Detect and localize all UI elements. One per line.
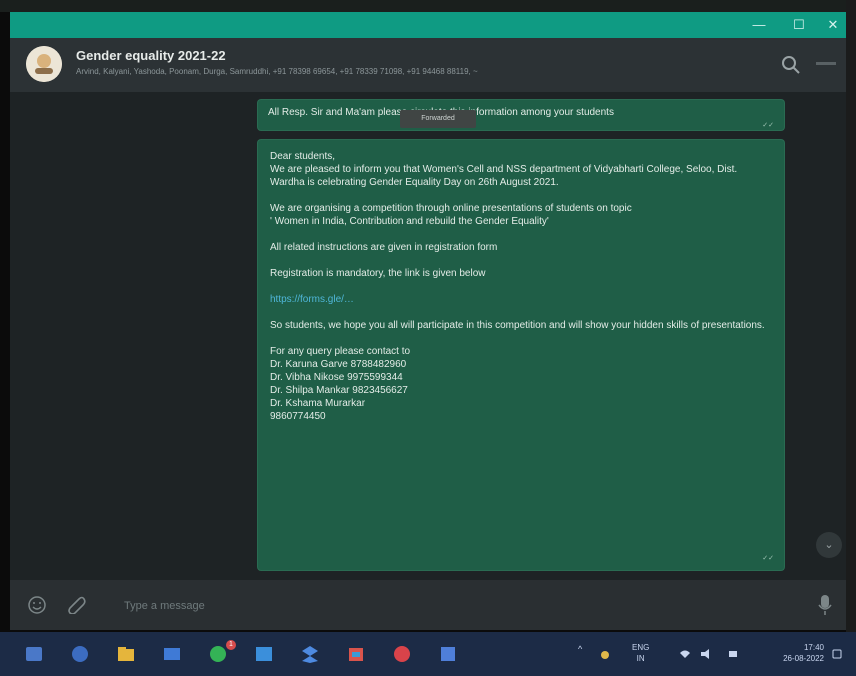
mic-icon[interactable] <box>818 594 832 616</box>
menu-icon[interactable] <box>816 62 836 66</box>
file-explorer-icon[interactable] <box>116 644 136 664</box>
cloud-icon[interactable] <box>600 649 610 659</box>
start-icon[interactable] <box>24 644 44 664</box>
message-bubble[interactable]: Dear students, We are pleased to inform … <box>258 140 784 570</box>
message-body: Dear students, We are pleased to inform … <box>270 150 774 423</box>
message-timestamp: ✓✓ <box>762 122 774 129</box>
message-timestamp: ✓✓ <box>762 555 774 562</box>
contact-line: Dr. Karuna Garve 8788482960 <box>270 359 407 370</box>
photos-icon[interactable] <box>254 644 274 664</box>
participants-list: Arvind, Kalyani, Yashoda, Poonam, Durga,… <box>76 67 478 76</box>
clock-date: 26-08-2022 <box>783 654 824 663</box>
whatsapp-icon[interactable] <box>208 644 228 664</box>
language-code: ENG <box>632 643 650 652</box>
maximize-button[interactable]: ☐ <box>788 16 810 34</box>
message-input[interactable] <box>122 590 806 622</box>
message-line: We are organising a competition through … <box>270 203 632 214</box>
language-indicator[interactable]: ENG IN <box>632 642 649 664</box>
attach-icon[interactable] <box>66 594 86 614</box>
contact-line: Dr. Kshama Murarkar <box>270 398 366 409</box>
message-line: Registration is mandatory, the link is g… <box>270 268 486 279</box>
scroll-down-button[interactable]: ⌄ <box>816 532 842 558</box>
tooltip: Forwarded <box>400 110 476 128</box>
chat-title: Gender equality 2021-22 <box>76 48 226 63</box>
message-line: All related instructions are given in re… <box>270 242 498 253</box>
close-button[interactable]: ✕ <box>822 16 844 34</box>
chat-messages[interactable]: All Resp. Sir and Ma'am please circulate… <box>10 92 846 580</box>
store-icon[interactable] <box>346 644 366 664</box>
search-taskbar-icon[interactable] <box>70 644 90 664</box>
chevron-down-icon: ⌄ <box>824 539 834 551</box>
monitor-bezel-right <box>846 0 856 676</box>
contact-line: 9860774450 <box>270 411 326 422</box>
chevron-up-icon[interactable]: ^ <box>578 644 588 654</box>
contact-line: Dr. Vibha Nikose 9975599344 <box>270 372 403 383</box>
chat-header[interactable]: Gender equality 2021-22 Arvind, Kalyani,… <box>10 38 846 92</box>
wifi-icon[interactable] <box>680 649 690 659</box>
whatsapp-window: Gender equality 2021-22 Arvind, Kalyani,… <box>10 38 846 630</box>
message-bubble[interactable]: All Resp. Sir and Ma'am please circulate… <box>258 100 784 130</box>
search-icon[interactable] <box>780 54 802 76</box>
monitor-bezel-top <box>0 0 856 12</box>
clock[interactable]: 17:40 26-08-2022 <box>760 642 824 664</box>
message-line: For any query please contact to <box>270 346 411 357</box>
mail-icon[interactable] <box>162 644 182 664</box>
notification-badge: 1 <box>226 640 236 650</box>
windows-taskbar: 1 ^ ENG IN 17:40 26-08-2022 <box>0 632 856 676</box>
group-avatar[interactable] <box>26 46 62 82</box>
window-titlebar: — ☐ ✕ <box>10 12 846 38</box>
message-line: Dear students, <box>270 151 336 162</box>
emoji-icon[interactable] <box>28 596 46 614</box>
message-line: ' Women in India, Contribution and rebui… <box>270 216 549 227</box>
language-region: IN <box>636 654 645 663</box>
clock-time: 17:40 <box>803 643 824 652</box>
opera-icon[interactable] <box>392 644 412 664</box>
message-line: So students, we hope you all will partic… <box>270 320 765 331</box>
group-logo-icon <box>26 46 62 82</box>
minimize-button[interactable]: — <box>748 16 770 34</box>
volume-icon[interactable] <box>700 649 710 659</box>
contact-line: Dr. Shilpa Mankar 9823456627 <box>270 385 408 396</box>
app-icon[interactable] <box>438 644 458 664</box>
message-composer <box>10 580 846 630</box>
registration-link[interactable]: https://forms.gle/… <box>270 293 774 306</box>
notifications-icon[interactable] <box>832 649 842 659</box>
battery-icon[interactable] <box>728 649 738 659</box>
message-line: We are pleased to inform you that Women'… <box>270 164 738 188</box>
dropbox-icon[interactable] <box>300 644 320 664</box>
